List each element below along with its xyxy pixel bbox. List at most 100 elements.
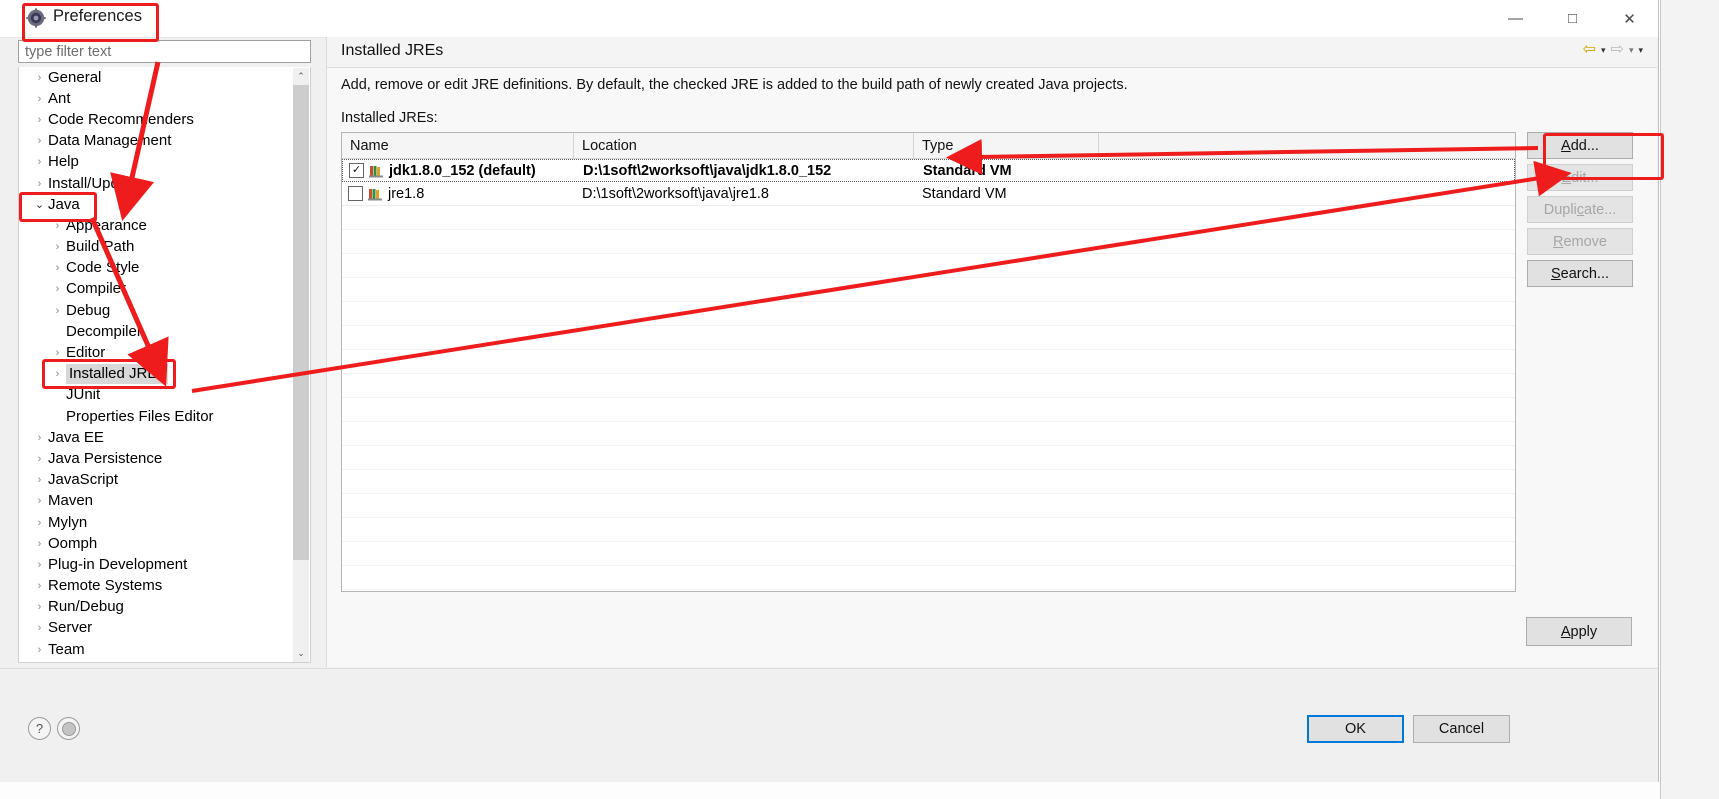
sidebar-item-run-debug[interactable]: › Run/Debug <box>19 597 293 618</box>
chevron-right-icon[interactable]: › <box>31 432 48 444</box>
sidebar-item-remote-systems[interactable]: › Remote Systems <box>19 576 293 597</box>
chevron-right-icon[interactable]: › <box>49 368 66 380</box>
sidebar-item-properties-files-editor[interactable]: Properties Files Editor <box>19 406 293 427</box>
back-arrow-icon[interactable]: ⇦ <box>1583 41 1596 59</box>
sidebar-item-java-persistence[interactable]: › Java Persistence <box>19 448 293 469</box>
table-empty-row[interactable] <box>342 374 1515 398</box>
table-empty-row[interactable] <box>342 470 1515 494</box>
chevron-right-icon[interactable]: › <box>31 601 48 613</box>
chevron-right-icon[interactable]: › <box>31 622 48 634</box>
scrollbar-thumb[interactable] <box>293 85 309 560</box>
sidebar-item-appearance[interactable]: › Appearance <box>19 215 293 236</box>
sidebar-item-install-update[interactable]: › Install/Update <box>19 173 293 194</box>
table-empty-row[interactable] <box>342 206 1515 230</box>
sidebar-item-javascript[interactable]: › JavaScript <box>19 470 293 491</box>
forward-history-caret-icon[interactable]: ▾ <box>1629 45 1634 56</box>
sidebar-item-decompiler[interactable]: Decompiler <box>19 321 293 342</box>
table-empty-row[interactable] <box>342 590 1515 591</box>
filter-input-wrapper[interactable] <box>18 40 311 63</box>
chevron-right-icon[interactable]: › <box>31 559 48 571</box>
table-empty-row[interactable] <box>342 254 1515 278</box>
table-empty-row[interactable] <box>342 446 1515 470</box>
globe-icon[interactable] <box>57 717 80 740</box>
chevron-right-icon[interactable]: › <box>31 178 48 190</box>
sidebar-item-editor[interactable]: › Editor <box>19 342 293 363</box>
column-header-location[interactable]: Location <box>574 133 914 158</box>
help-icon[interactable]: ? <box>28 717 51 740</box>
jre-table[interactable]: Name Location Type ✓ jdk1.8.0_152 (default)… <box>341 132 1516 592</box>
table-empty-row[interactable] <box>342 518 1515 542</box>
sidebar-item-server[interactable]: › Server <box>19 618 293 639</box>
chevron-right-icon[interactable]: › <box>49 305 66 317</box>
search-input[interactable] <box>19 41 310 62</box>
chevron-down-icon[interactable]: ⌄ <box>31 198 48 211</box>
sidebar-item-plug-in-development[interactable]: › Plug-in Development <box>19 554 293 575</box>
table-empty-row[interactable] <box>342 542 1515 566</box>
chevron-right-icon[interactable]: › <box>49 283 66 295</box>
sidebar-item-junit[interactable]: JUnit <box>19 385 293 406</box>
sidebar-item-code-style[interactable]: › Code Style <box>19 258 293 279</box>
chevron-right-icon[interactable]: › <box>31 135 48 147</box>
search-button[interactable]: Search... <box>1527 260 1633 287</box>
sidebar-item-java-ee[interactable]: › Java EE <box>19 427 293 448</box>
table-empty-row[interactable] <box>342 398 1515 422</box>
ok-button[interactable]: OK <box>1307 715 1404 743</box>
apply-button[interactable]: Apply <box>1526 617 1632 646</box>
chevron-right-icon[interactable]: › <box>31 93 48 105</box>
chevron-right-icon[interactable]: › <box>31 538 48 550</box>
chevron-right-icon[interactable]: › <box>49 241 66 253</box>
sidebar-item-help[interactable]: › Help <box>19 152 293 173</box>
chevron-right-icon[interactable]: › <box>49 262 66 274</box>
maximize-icon[interactable]: □ <box>1544 0 1601 37</box>
chevron-right-icon[interactable]: › <box>49 347 66 359</box>
column-header-name[interactable]: Name <box>342 133 574 158</box>
chevron-right-icon[interactable]: › <box>31 517 48 529</box>
chevron-right-icon[interactable]: › <box>31 72 48 84</box>
back-history-caret-icon[interactable]: ▾ <box>1601 45 1606 56</box>
minimize-icon[interactable]: — <box>1487 0 1544 37</box>
sidebar-item-team[interactable]: › Team <box>19 639 293 660</box>
table-empty-row[interactable] <box>342 230 1515 254</box>
sidebar-item-data-management[interactable]: › Data Management <box>19 131 293 152</box>
table-empty-row[interactable] <box>342 326 1515 350</box>
checkbox-unchecked-icon[interactable] <box>348 186 363 201</box>
table-empty-row[interactable] <box>342 278 1515 302</box>
sidebar-item-build-path[interactable]: › Build Path <box>19 237 293 258</box>
checkbox-checked-icon[interactable]: ✓ <box>349 163 364 178</box>
chevron-right-icon[interactable]: › <box>31 580 48 592</box>
sidebar-item-general[interactable]: › General <box>19 67 293 88</box>
tree-scrollbar[interactable]: ⌃ ⌄ <box>293 68 309 662</box>
sidebar-item-java[interactable]: ⌄ Java <box>19 194 293 215</box>
table-row[interactable]: jre1.8 D:\1soft\2worksoft\java\jre1.8 Stan… <box>342 182 1515 206</box>
sidebar-item-code-recommenders[interactable]: › Code Recommenders <box>19 109 293 130</box>
sidebar-item-maven[interactable]: › Maven <box>19 491 293 512</box>
chevron-right-icon[interactable]: › <box>31 495 48 507</box>
table-empty-row[interactable] <box>342 494 1515 518</box>
cancel-button[interactable]: Cancel <box>1413 715 1510 743</box>
close-icon[interactable]: ✕ <box>1601 0 1658 37</box>
chevron-right-icon[interactable]: › <box>31 474 48 486</box>
table-empty-row[interactable] <box>342 350 1515 374</box>
chevron-right-icon[interactable]: › <box>31 114 48 126</box>
scroll-down-icon[interactable]: ⌄ <box>293 645 309 662</box>
table-empty-row[interactable] <box>342 422 1515 446</box>
chevron-right-icon[interactable]: › <box>49 220 66 232</box>
preferences-tree[interactable]: › General › Ant › Code Recommenders › Data Mana… <box>18 67 311 663</box>
chevron-right-icon[interactable]: › <box>31 644 48 656</box>
sidebar-item-debug[interactable]: › Debug <box>19 300 293 321</box>
forward-arrow-icon[interactable]: ⇨ <box>1611 41 1624 59</box>
chevron-right-icon[interactable]: › <box>31 453 48 465</box>
sidebar-item-mylyn[interactable]: › Mylyn <box>19 512 293 533</box>
sidebar-item-ant[interactable]: › Ant <box>19 88 293 109</box>
table-empty-row[interactable] <box>342 302 1515 326</box>
sidebar-item-oomph[interactable]: › Oomph <box>19 533 293 554</box>
column-header-type[interactable]: Type <box>914 133 1099 158</box>
sidebar-item-installed-jres[interactable]: › Installed JREs <box>19 364 293 385</box>
scroll-up-icon[interactable]: ⌃ <box>293 68 309 85</box>
sidebar-item-compiler[interactable]: › Compiler <box>19 279 293 300</box>
page-menu-caret-icon[interactable]: ▾ <box>1638 45 1643 56</box>
add-button[interactable]: Add... <box>1527 132 1633 159</box>
table-row[interactable]: ✓ jdk1.8.0_152 (default) D:\1soft\2worksof… <box>342 159 1515 182</box>
table-empty-row[interactable] <box>342 566 1515 590</box>
chevron-right-icon[interactable]: › <box>31 156 48 168</box>
